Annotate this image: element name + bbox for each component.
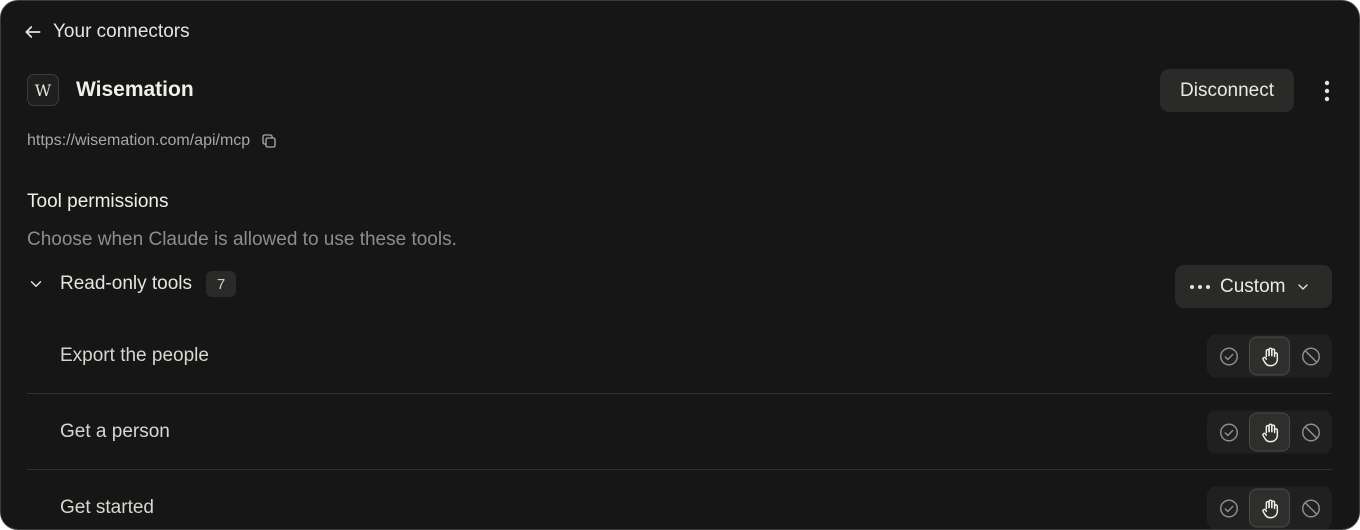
- block-option[interactable]: [1290, 337, 1331, 376]
- check-circle-icon: [1219, 423, 1238, 441]
- check-circle-icon: [1219, 499, 1238, 517]
- chevron-down-icon: [1298, 283, 1309, 290]
- block-option[interactable]: [1290, 413, 1331, 452]
- tool-name: Get a person: [60, 421, 170, 442]
- tool-permissions-description: Choose when Claude is allowed to use the…: [27, 229, 457, 250]
- disconnect-button[interactable]: Disconnect: [1160, 69, 1294, 112]
- back-link-label: Your connectors: [53, 21, 190, 42]
- hand-icon: [1261, 423, 1278, 442]
- tool-row: Get started: [27, 470, 1332, 529]
- hand-icon: [1261, 347, 1278, 366]
- chevron-down-icon: [30, 281, 42, 287]
- block-icon: [1301, 347, 1320, 365]
- connector-url: https://wisemation.com/api/mcp: [27, 132, 251, 149]
- group-permission-dropdown[interactable]: Custom: [1175, 265, 1332, 308]
- needs-approval-option[interactable]: [1249, 412, 1290, 452]
- tool-count-badge: 7: [206, 271, 237, 297]
- group-label: Read-only tools: [60, 273, 193, 294]
- copy-icon[interactable]: [260, 132, 278, 150]
- connector-settings-panel: Your connectors W Wisemation Disconnect …: [0, 0, 1360, 530]
- connector-header: W Wisemation: [27, 74, 194, 106]
- connector-logo: W: [27, 74, 59, 106]
- read-only-tools-group-toggle[interactable]: Read-only tools 7: [27, 271, 237, 297]
- block-icon: [1301, 499, 1320, 517]
- more-horizontal-icon: [1190, 284, 1210, 289]
- hand-icon: [1261, 499, 1278, 518]
- tool-row: Export the people: [27, 318, 1332, 394]
- block-option[interactable]: [1290, 489, 1331, 528]
- block-icon: [1301, 423, 1320, 441]
- allow-always-option[interactable]: [1208, 489, 1249, 528]
- tool-permissions-heading: Tool permissions: [27, 191, 169, 212]
- permission-selector: [1207, 410, 1332, 454]
- needs-approval-option[interactable]: [1249, 336, 1290, 376]
- connector-url-row: https://wisemation.com/api/mcp: [27, 132, 278, 150]
- check-circle-icon: [1219, 347, 1238, 365]
- group-permission-label: Custom: [1220, 275, 1286, 297]
- tool-name: Get started: [60, 497, 154, 518]
- connector-name: Wisemation: [76, 78, 194, 101]
- back-to-connectors-link[interactable]: Your connectors: [23, 21, 190, 43]
- allow-always-option[interactable]: [1208, 337, 1249, 376]
- permission-selector: [1207, 486, 1332, 529]
- permission-selector: [1207, 334, 1332, 378]
- needs-approval-option[interactable]: [1249, 488, 1290, 528]
- more-vertical-icon: [1324, 80, 1330, 102]
- allow-always-option[interactable]: [1208, 413, 1249, 452]
- more-options-button[interactable]: [1313, 77, 1341, 105]
- tool-row: Get a person: [27, 394, 1332, 470]
- tool-name: Export the people: [60, 345, 209, 366]
- arrow-left-icon: [25, 26, 41, 38]
